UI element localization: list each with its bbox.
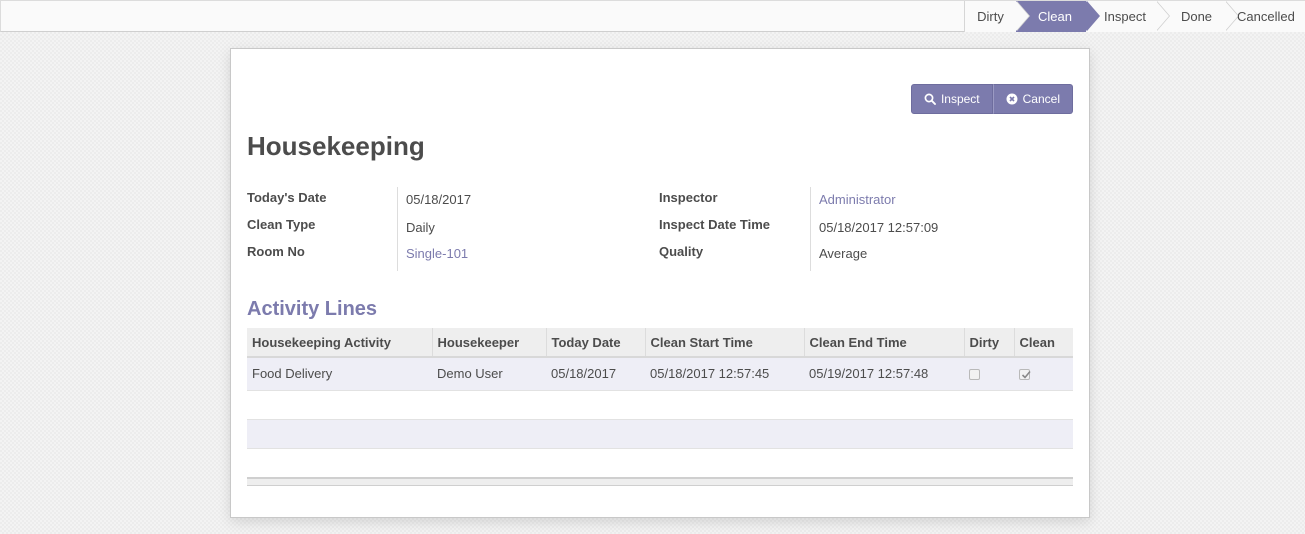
cell-start-time: 05/18/2017 12:57:45 (645, 357, 804, 391)
cell-activity: Food Delivery (247, 357, 432, 391)
table-footer (247, 477, 1073, 486)
form-sheet: Inspect Cancel Housekeeping Today's Date… (230, 48, 1090, 518)
clean-type-value[interactable]: Daily (406, 220, 435, 235)
status-steps: Dirty Clean Inspect Done Cancelled (964, 1, 1305, 32)
activity-lines-title: Activity Lines (247, 298, 378, 320)
form-fields: Today's Date Clean Type Room No 05/18/20… (247, 187, 1073, 273)
inspect-button-label: Inspect (940, 92, 980, 106)
inspect-date-time-label: Inspect Date Time (659, 217, 771, 232)
dirty-checkbox[interactable] (969, 369, 980, 381)
table-header: Housekeeping Activity Housekeeper Today … (247, 328, 1073, 358)
field-divider (810, 187, 811, 271)
col-clean[interactable]: Clean (1013, 328, 1073, 358)
todays-date-label: Today's Date (247, 190, 327, 205)
inspector-link[interactable]: Administrator (819, 192, 896, 207)
inspect-date-time-value[interactable]: 05/18/2017 12:57:09 (819, 220, 938, 235)
status-step-clean[interactable]: Clean (1015, 1, 1100, 32)
cell-dirty (964, 357, 1014, 391)
room-no-label: Room No (247, 244, 305, 259)
status-step-dirty[interactable]: Dirty (964, 1, 1030, 32)
inspect-button[interactable]: Inspect (910, 84, 993, 114)
inspector-label: Inspector (659, 190, 718, 205)
cancel-button-label: Cancel (1022, 92, 1060, 106)
cancel-button[interactable]: Cancel (992, 84, 1073, 114)
table-row[interactable]: Food Delivery Demo User 05/18/2017 05/18… (247, 357, 1073, 391)
statusbar: Dirty Clean Inspect Done Cancelled (0, 0, 1305, 32)
todays-date-value[interactable]: 05/18/2017 (406, 192, 471, 207)
form-title: Housekeeping (247, 131, 425, 161)
clean-type-label: Clean Type (247, 217, 316, 232)
col-dirty[interactable]: Dirty (963, 328, 1014, 358)
col-today-date[interactable]: Today Date (545, 328, 645, 358)
cell-end-time: 05/19/2017 12:57:48 (804, 357, 964, 391)
cell-housekeeper: Demo User (432, 357, 546, 391)
clean-checkbox[interactable] (1019, 369, 1031, 381)
quality-label: Quality (659, 244, 704, 259)
quality-value[interactable]: Average (819, 246, 867, 261)
cell-clean (1014, 357, 1073, 391)
col-housekeeper[interactable]: Housekeeper (431, 328, 546, 358)
empty-table-row (247, 419, 1073, 449)
activity-lines-table: Housekeeping Activity Housekeeper Today … (247, 328, 1073, 391)
times-circle-icon (1006, 93, 1018, 105)
button-box: Inspect Cancel (910, 84, 1073, 114)
col-clean-start-time[interactable]: Clean Start Time (644, 328, 804, 358)
col-clean-end-time[interactable]: Clean End Time (803, 328, 964, 358)
cell-today-date: 05/18/2017 (546, 357, 645, 391)
field-divider (397, 187, 398, 271)
room-no-link[interactable]: Single-101 (406, 246, 468, 261)
search-icon (924, 93, 936, 105)
col-housekeeping-activity[interactable]: Housekeeping Activity (247, 328, 432, 358)
